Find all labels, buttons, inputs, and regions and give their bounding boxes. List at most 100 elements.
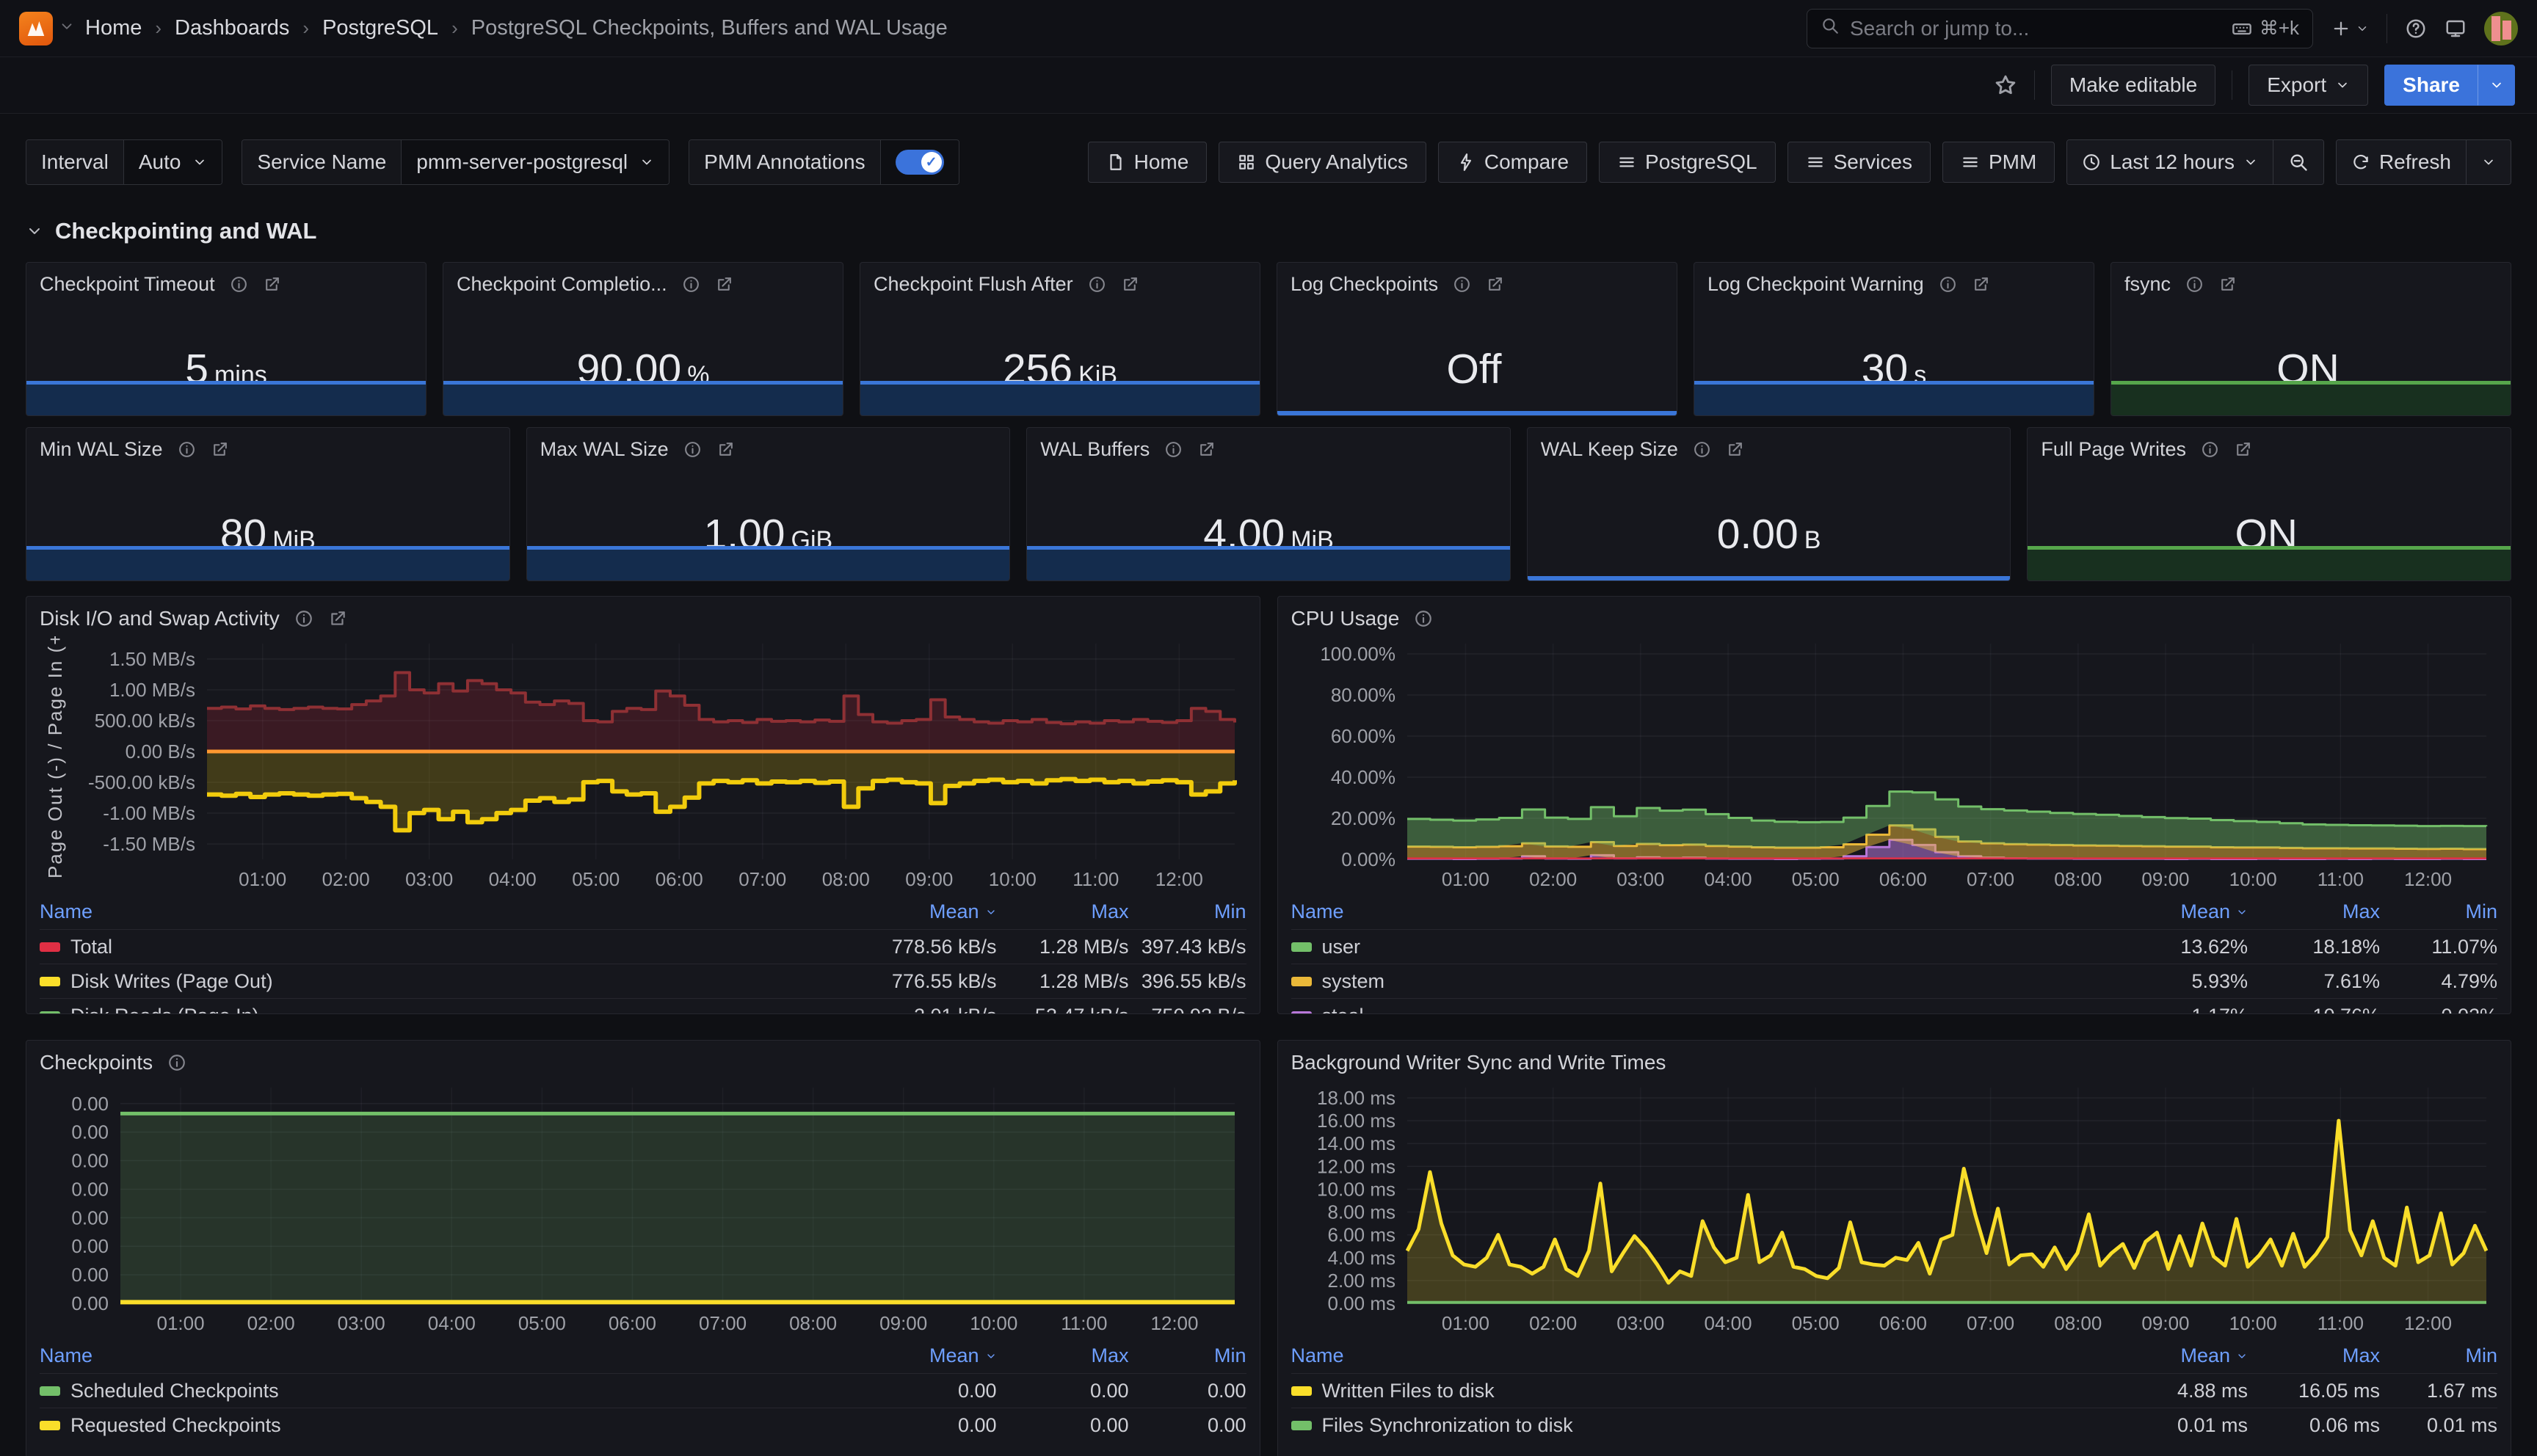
series-swatch (40, 977, 60, 986)
stat-panel-checkpoint-completion[interactable]: Checkpoint Completio...90.00% (443, 262, 843, 416)
stat-panel-min-wal-size[interactable]: Min WAL Size80MiB (26, 427, 510, 581)
compare-button[interactable]: Compare (1438, 142, 1587, 183)
legend-header-mean[interactable]: Mean (791, 1344, 997, 1367)
legend-row-files-synchronization: Files Synchronization to disk 0.01 ms 0.… (1291, 1408, 2498, 1442)
info-icon[interactable] (682, 275, 700, 294)
info-icon[interactable] (683, 440, 702, 459)
section-checkpointing-and-wal[interactable]: Checkpointing and WAL (26, 214, 2511, 247)
stat-panel-wal-keep-size[interactable]: WAL Keep Size0.00B (1527, 427, 2011, 581)
external-link-icon[interactable] (1726, 440, 1744, 459)
stat-panel-log-checkpoints[interactable]: Log CheckpointsOff (1277, 262, 1677, 416)
legend-header-min[interactable]: Min (2380, 900, 2497, 923)
stat-panel-log-checkpoint-warning[interactable]: Log Checkpoint Warning30s (1694, 262, 2094, 416)
info-icon[interactable] (178, 440, 196, 459)
legend-header-name[interactable]: Name (1291, 900, 2043, 923)
svg-text:1.00 MB/s: 1.00 MB/s (109, 679, 195, 701)
external-link-icon[interactable] (2218, 275, 2237, 294)
legend-header-min[interactable]: Min (1129, 900, 1246, 923)
time-range-picker[interactable]: Last 12 hours (2067, 140, 2273, 184)
stat-panel-checkpoint-timeout[interactable]: Checkpoint Timeout5mins (26, 262, 427, 416)
stat-panel-max-wal-size[interactable]: Max WAL Size1.00GiB (526, 427, 1011, 581)
stat-panel-fsync[interactable]: fsyncON (2110, 262, 2511, 416)
external-link-icon[interactable] (328, 609, 347, 628)
query-analytics-button[interactable]: Query Analytics (1219, 142, 1426, 183)
help-button[interactable] (2405, 18, 2427, 40)
stat-panel-full-page-writes[interactable]: Full Page WritesON (2027, 427, 2511, 581)
breadcrumb-home[interactable]: Home (85, 16, 142, 40)
external-link-icon[interactable] (2234, 440, 2252, 459)
legend-header-min[interactable]: Min (2380, 1344, 2497, 1367)
external-link-icon[interactable] (1121, 275, 1139, 294)
cpu-usage-chart[interactable]: 0.00%20.00%40.00%60.00%80.00%100.00%01:0… (1291, 636, 2497, 892)
postgresql-menu-button[interactable]: PostgreSQL (1599, 142, 1776, 183)
legend-header-max[interactable]: Max (2248, 900, 2380, 923)
external-link-icon[interactable] (716, 440, 735, 459)
info-icon[interactable] (2185, 275, 2204, 294)
add-new-button[interactable] (2331, 18, 2369, 39)
external-link-icon[interactable] (1972, 275, 1990, 294)
toggle-on: ✓ (896, 150, 944, 175)
external-link-icon[interactable] (1486, 275, 1504, 294)
chevron-down-icon (2243, 155, 2258, 170)
legend-header-name[interactable]: Name (1291, 1344, 2043, 1367)
info-icon[interactable] (1453, 275, 1471, 294)
info-icon[interactable] (1164, 440, 1183, 459)
info-icon[interactable] (1939, 275, 1957, 294)
external-link-icon[interactable] (715, 275, 733, 294)
export-button[interactable]: Export (2249, 65, 2368, 106)
pmm-annotations-toggle[interactable]: ✓ (881, 140, 959, 184)
svg-text:0.00 ms: 0.00 ms (1327, 1292, 1395, 1314)
legend-header-mean[interactable]: Mean (2042, 900, 2248, 923)
interval-select[interactable]: Auto (124, 140, 222, 184)
breadcrumb-dashboards[interactable]: Dashboards (175, 16, 289, 40)
search-shortcut: ⌘+k (2232, 17, 2299, 40)
pmm-menu-button[interactable]: PMM (1942, 142, 2055, 183)
legend-header-max[interactable]: Max (997, 900, 1129, 923)
legend-header-min[interactable]: Min (1129, 1344, 1246, 1367)
info-icon[interactable] (230, 275, 248, 294)
legend-header-max[interactable]: Max (997, 1344, 1129, 1367)
svg-text:12:00: 12:00 (1155, 868, 1203, 890)
pmm-annotations-label: PMM Annotations (689, 140, 880, 184)
logo-chevron-icon[interactable] (59, 18, 75, 38)
legend-header-name[interactable]: Name (40, 900, 791, 923)
info-icon[interactable] (1693, 440, 1711, 459)
home-link-button[interactable]: Home (1088, 142, 1208, 183)
checkpoints-chart[interactable]: 0.000.000.000.000.000.000.000.0001:0002:… (40, 1080, 1245, 1336)
make-editable-button[interactable]: Make editable (2051, 65, 2215, 106)
legend-header-name[interactable]: Name (40, 1344, 791, 1367)
external-link-icon[interactable] (1197, 440, 1216, 459)
legend-header-mean[interactable]: Mean (791, 900, 997, 923)
svg-text:0.00: 0.00 (71, 1178, 109, 1200)
legend-row-requested-checkpoints: Requested Checkpoints 0.00 0.00 0.00 (40, 1408, 1246, 1442)
refresh-interval-button[interactable] (2466, 140, 2511, 184)
share-button[interactable]: Share (2384, 65, 2478, 106)
legend-header-max[interactable]: Max (2248, 1344, 2380, 1367)
background-writer-chart[interactable]: 0.00 ms2.00 ms4.00 ms6.00 ms8.00 ms10.00… (1291, 1080, 2497, 1336)
stat-panel-wal-buffers[interactable]: WAL Buffers4.00MiB (1026, 427, 1511, 581)
svg-text:0.00 B/s: 0.00 B/s (126, 740, 195, 762)
favorite-star-button[interactable] (1993, 73, 2018, 98)
services-menu-button[interactable]: Services (1787, 142, 1931, 183)
info-icon[interactable] (167, 1053, 186, 1072)
info-icon[interactable] (2201, 440, 2219, 459)
user-avatar[interactable] (2484, 12, 2518, 46)
kiosk-mode-button[interactable] (2445, 18, 2467, 40)
service-name-select[interactable]: pmm-server-postgresql (402, 140, 669, 184)
stat-panel-checkpoint-flush-after[interactable]: Checkpoint Flush After256KiB (860, 262, 1260, 416)
panel-disk-io-and-swap-activity: Disk I/O and Swap Activity 1.50 MB/s1.00… (26, 596, 1260, 1014)
legend-header-mean[interactable]: Mean (2042, 1344, 2248, 1367)
grafana-logo[interactable] (19, 12, 53, 46)
disk-io-chart[interactable]: 1.50 MB/s1.00 MB/s500.00 kB/s0.00 B/s-50… (40, 636, 1245, 892)
zoom-out-button[interactable] (2273, 140, 2323, 184)
breadcrumb-postgresql[interactable]: PostgreSQL (322, 16, 438, 40)
info-icon[interactable] (1414, 609, 1433, 628)
stat-title: Log Checkpoint Warning (1707, 273, 1924, 296)
info-icon[interactable] (1088, 275, 1106, 294)
info-icon[interactable] (294, 609, 313, 628)
external-link-icon[interactable] (263, 275, 281, 294)
share-menu-button[interactable] (2478, 65, 2515, 106)
refresh-button[interactable]: Refresh (2337, 140, 2466, 184)
external-link-icon[interactable] (211, 440, 229, 459)
search-input[interactable]: Search or jump to... ⌘+k (1807, 9, 2313, 48)
